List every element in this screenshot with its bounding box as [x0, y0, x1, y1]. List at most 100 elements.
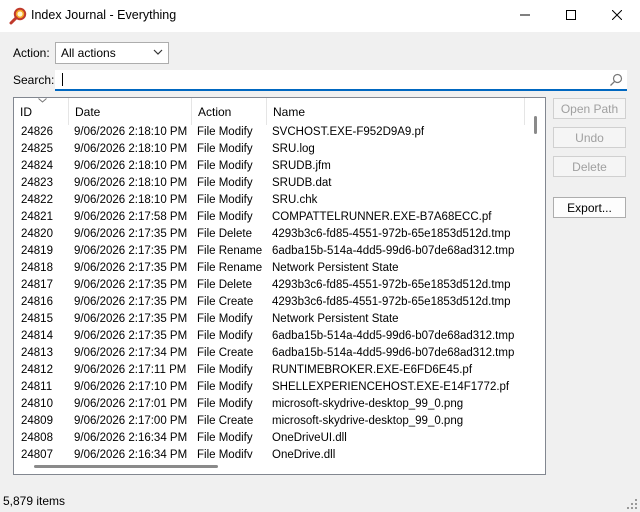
cell-date: 9/06/2026 2:17:34 PM: [74, 347, 188, 359]
horizontal-scrollbar[interactable]: [14, 458, 545, 474]
resize-grip-icon[interactable]: [626, 498, 638, 510]
delete-button[interactable]: Delete: [553, 156, 626, 177]
cell-action: File Modify: [197, 398, 253, 410]
cell-name: SRU.chk: [272, 194, 318, 206]
cell-name: 4293b3c6-fd85-4551-972b-65e1853d512d.tmp: [272, 296, 511, 308]
table-row[interactable]: 24810 9/06/2026 2:17:01 PM File Modify micr…: [14, 397, 526, 414]
cell-id: 24822: [21, 194, 53, 206]
cell-name: SRUDB.dat: [272, 177, 332, 189]
table-row[interactable]: 24808 9/06/2026 2:16:34 PM File Modify OneD…: [14, 431, 526, 448]
cell-action: File Modify: [197, 194, 253, 206]
minimize-icon: [520, 14, 530, 16]
cell-date: 9/06/2026 2:17:35 PM: [74, 262, 188, 274]
sort-descending-icon: [38, 98, 47, 103]
cell-date: 9/06/2026 2:18:10 PM: [74, 194, 188, 206]
list-header: ID Date Action Name: [14, 98, 526, 125]
cell-id: 24810: [21, 398, 53, 410]
cell-date: 9/06/2026 2:17:35 PM: [74, 296, 188, 308]
table-row[interactable]: 24813 9/06/2026 2:17:34 PM File Create 6adb…: [14, 346, 526, 363]
cell-date: 9/06/2026 2:17:35 PM: [74, 228, 188, 240]
table-row[interactable]: 24814 9/06/2026 2:17:35 PM File Modify 6adb…: [14, 329, 526, 346]
table-row[interactable]: 24824 9/06/2026 2:18:10 PM File Modify SRUD…: [14, 159, 526, 176]
cell-name: OneDriveUI.dll: [272, 432, 347, 444]
table-row[interactable]: 24817 9/06/2026 2:17:35 PM File Delete 4293…: [14, 278, 526, 295]
cell-action: File Modify: [197, 313, 253, 325]
cell-id: 24808: [21, 432, 53, 444]
action-dropdown-value: All actions: [61, 46, 116, 60]
cell-date: 9/06/2026 2:18:10 PM: [74, 143, 188, 155]
cell-name: 6adba15b-514a-4dd5-99d6-b07de68ad312.tmp: [272, 330, 515, 342]
table-row[interactable]: 24809 9/06/2026 2:17:00 PM File Create micr…: [14, 414, 526, 431]
close-button[interactable]: [594, 0, 640, 30]
table-row[interactable]: 24826 9/06/2026 2:18:10 PM File Modify SVCH…: [14, 125, 526, 142]
cell-action: File Modify: [197, 126, 253, 138]
cell-id: 24819: [21, 245, 53, 257]
cell-date: 9/06/2026 2:17:10 PM: [74, 381, 188, 393]
cell-name: SRUDB.jfm: [272, 160, 331, 172]
journal-list[interactable]: ID Date Action Name 24826 9/06/2026 2:18:…: [13, 97, 546, 475]
cell-id: 24824: [21, 160, 53, 172]
cell-id: 24823: [21, 177, 53, 189]
vertical-scroll-thumb[interactable]: [534, 116, 537, 134]
cell-id: 24817: [21, 279, 53, 291]
table-row[interactable]: 24819 9/06/2026 2:17:35 PM File Rename 6adb…: [14, 244, 526, 261]
table-row[interactable]: 24822 9/06/2026 2:18:10 PM File Modify SRU.…: [14, 193, 526, 210]
column-header-id[interactable]: ID: [14, 98, 69, 125]
search-input[interactable]: [55, 70, 627, 91]
maximize-button[interactable]: [548, 0, 594, 30]
text-caret: [62, 73, 63, 86]
column-header-name[interactable]: Name: [267, 98, 525, 125]
cell-id: 24813: [21, 347, 53, 359]
cell-date: 9/06/2026 2:17:00 PM: [74, 415, 188, 427]
cell-id: 24816: [21, 296, 53, 308]
action-label: Action:: [13, 46, 50, 60]
column-header-date-label: Date: [75, 105, 101, 119]
undo-button-label: Undo: [575, 131, 604, 145]
cell-id: 24825: [21, 143, 53, 155]
table-row[interactable]: 24825 9/06/2026 2:18:10 PM File Modify SRU.…: [14, 142, 526, 159]
table-row[interactable]: 24816 9/06/2026 2:17:35 PM File Create 4293…: [14, 295, 526, 312]
cell-date: 9/06/2026 2:17:35 PM: [74, 313, 188, 325]
cell-id: 24820: [21, 228, 53, 240]
cell-action: File Rename: [197, 262, 263, 274]
cell-action: File Modify: [197, 143, 253, 155]
action-dropdown[interactable]: All actions: [55, 42, 169, 64]
cell-name: microsoft-skydrive-desktop_99_0.png: [272, 415, 464, 427]
cell-name: SRU.log: [272, 143, 315, 155]
undo-button[interactable]: Undo: [553, 127, 626, 148]
table-row[interactable]: 24820 9/06/2026 2:17:35 PM File Delete 4293…: [14, 227, 526, 244]
cell-name: SHELLEXPERIENCEHOST.EXE-E14F1772.pf: [272, 381, 510, 393]
horizontal-scroll-thumb[interactable]: [34, 465, 218, 468]
table-row[interactable]: 24811 9/06/2026 2:17:10 PM File Modify SHEL…: [14, 380, 526, 397]
table-row[interactable]: 24812 9/06/2026 2:17:11 PM File Modify RUNT…: [14, 363, 526, 380]
export-button[interactable]: Export...: [553, 197, 626, 218]
journal-client-area: Action: All actions Search: ID Date Acti…: [0, 32, 640, 512]
cell-date: 9/06/2026 2:17:35 PM: [74, 279, 188, 291]
cell-id: 24814: [21, 330, 53, 342]
vertical-scrollbar[interactable]: [526, 98, 545, 458]
column-header-date[interactable]: Date: [69, 98, 192, 125]
minimize-button[interactable]: [502, 0, 548, 30]
cell-action: File Modify: [197, 160, 253, 172]
chevron-down-icon: [153, 49, 163, 55]
table-row[interactable]: 24821 9/06/2026 2:17:58 PM File Modify COMP…: [14, 210, 526, 227]
table-row[interactable]: 24823 9/06/2026 2:18:10 PM File Modify SRUD…: [14, 176, 526, 193]
table-row[interactable]: 24815 9/06/2026 2:17:35 PM File Modify Netw…: [14, 312, 526, 329]
cell-date: 9/06/2026 2:17:35 PM: [74, 245, 188, 257]
column-header-action[interactable]: Action: [192, 98, 267, 125]
cell-name: COMPATTELRUNNER.EXE-B7A68ECC.pf: [272, 211, 492, 223]
search-icon: [610, 73, 623, 86]
cell-name: 6adba15b-514a-4dd5-99d6-b07de68ad312.tmp: [272, 245, 515, 257]
cell-name: microsoft-skydrive-desktop_99_0.png: [272, 398, 464, 410]
cell-id: 24811: [21, 381, 53, 393]
cell-action: File Modify: [197, 211, 253, 223]
table-row[interactable]: 24818 9/06/2026 2:17:35 PM File Rename Netw…: [14, 261, 526, 278]
cell-action: File Modify: [197, 432, 253, 444]
cell-action: File Rename: [197, 245, 263, 257]
cell-id: 24815: [21, 313, 53, 325]
open-path-button[interactable]: Open Path: [553, 98, 626, 119]
item-count: 5,879 items: [3, 494, 66, 508]
cell-action: File Modify: [197, 177, 253, 189]
cell-action: File Modify: [197, 381, 253, 393]
maximize-icon: [566, 10, 576, 20]
